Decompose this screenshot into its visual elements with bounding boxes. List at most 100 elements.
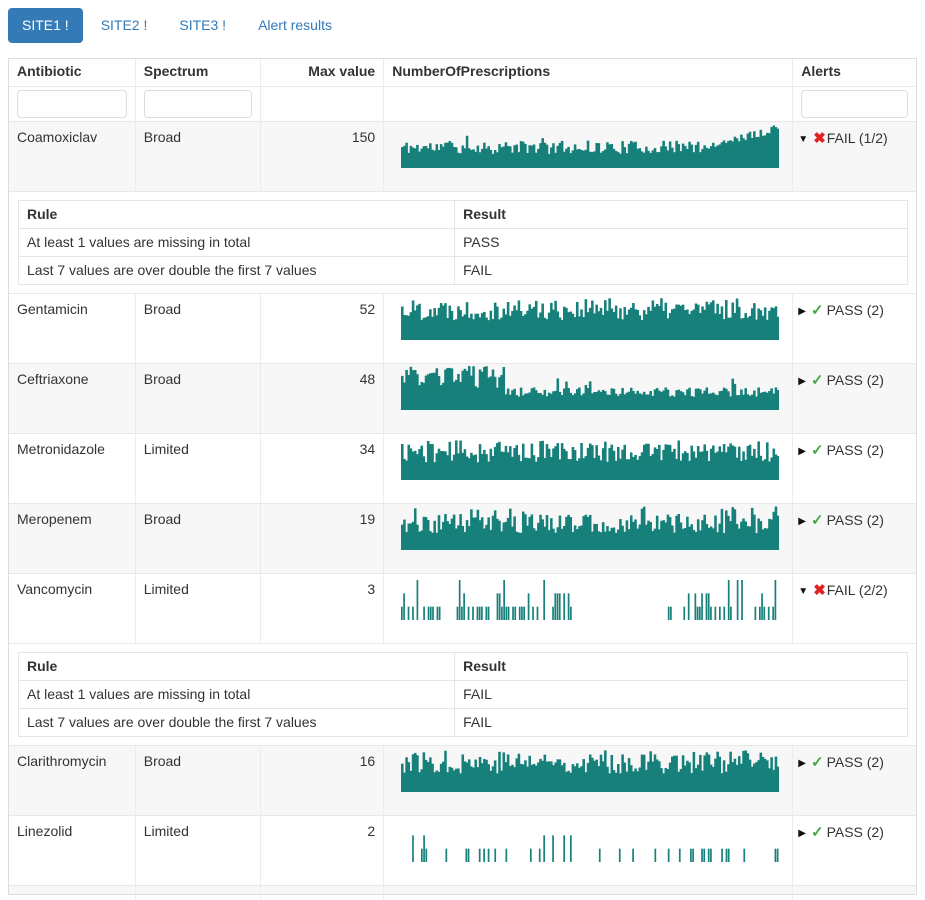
cell-max-value: 48 (260, 364, 383, 433)
rule-text: Last 7 values are over double the first … (19, 709, 454, 736)
fail-x-icon: ✖ (813, 582, 826, 599)
cell-alerts: ▶✓PASS (2) (792, 364, 916, 433)
filter-row (9, 86, 916, 121)
pass-check-icon: ✓ (811, 754, 824, 771)
cell-max-value: 3 (260, 574, 383, 643)
cell-prescriptions (383, 364, 792, 433)
cell-spectrum: Limited (135, 816, 261, 885)
subtable-result-header: Result (454, 653, 907, 680)
cell-prescriptions (383, 574, 792, 643)
cell-antibiotic (9, 886, 135, 900)
prescriptions-sparkline (401, 366, 779, 410)
rule-result: FAIL (454, 257, 907, 284)
alert-status-label: PASS (2) (827, 824, 884, 840)
pass-check-icon: ✓ (811, 442, 824, 459)
table-row: ClarithromycinBroad16▶✓PASS (2) (9, 745, 916, 815)
alert-status-label: PASS (2) (827, 512, 884, 528)
cell-antibiotic: Clarithromycin (9, 746, 135, 815)
cell-alerts: ▼ ✖FAIL (1/2) (792, 122, 916, 191)
collapse-row-button[interactable]: ▼ (798, 586, 808, 597)
prescriptions-sparkline (401, 576, 779, 620)
row-detail-panel: RuleResultAt least 1 values are missing … (9, 643, 916, 745)
cell-alerts: ▶ ✓PASS (2) (792, 746, 916, 815)
subtable-header-row: RuleResult (19, 653, 907, 680)
cell-max-value (260, 886, 383, 900)
prescriptions-sparkline (401, 506, 779, 550)
pass-check-icon: ✓ (811, 302, 824, 319)
prescriptions-sparkline (401, 124, 779, 168)
rules-subtable: RuleResultAt least 1 values are missing … (18, 200, 908, 285)
tab-4[interactable]: Alert results (244, 8, 346, 43)
row-detail-panel: RuleResultAt least 1 values are missing … (9, 191, 916, 293)
column-header-prescriptions[interactable]: NumberOfPrescriptions (383, 59, 792, 86)
cell-prescriptions (383, 816, 792, 885)
rule-row: At least 1 values are missing in totalFA… (19, 680, 907, 708)
table-row: LinezolidLimited2▶✓PASS (2) (9, 815, 916, 885)
cell-max-value: 52 (260, 294, 383, 363)
column-header-alerts[interactable]: Alerts (792, 59, 916, 86)
column-header-antibiotic[interactable]: Antibiotic (9, 59, 135, 86)
column-header-spectrum[interactable]: Spectrum (135, 59, 261, 86)
pass-check-icon: ✓ (811, 512, 824, 529)
rule-row: At least 1 values are missing in totalPA… (19, 228, 907, 256)
tab-1-active[interactable]: SITE1 ! (8, 8, 83, 43)
alert-status-label: FAIL (1/2) (827, 130, 888, 146)
fail-x-icon: ✖ (813, 130, 826, 147)
alert-status-label: FAIL (2/2) (827, 582, 888, 598)
cell-prescriptions (383, 504, 792, 573)
rule-result: FAIL (454, 681, 907, 708)
cell-spectrum (135, 886, 261, 900)
column-header-max-value[interactable]: Max value (260, 59, 383, 86)
cell-spectrum: Broad (135, 364, 261, 433)
rule-row: Last 7 values are over double the first … (19, 708, 907, 736)
collapse-row-button[interactable]: ▼ (798, 134, 808, 145)
prescriptions-sparkline (401, 436, 779, 480)
pass-check-icon: ✓ (811, 824, 824, 841)
rule-result: FAIL (454, 709, 907, 736)
rule-text: At least 1 values are missing in total (19, 681, 454, 708)
expand-row-button[interactable]: ▶ (798, 516, 806, 527)
antibiotic-filter-input[interactable] (17, 90, 127, 118)
cell-spectrum: Limited (135, 434, 261, 503)
cell-spectrum: Broad (135, 504, 261, 573)
cell-max-value: 34 (260, 434, 383, 503)
cell-alerts: ▶ ✓PASS (2) (792, 504, 916, 573)
cell-alerts: ▼ ✖FAIL (2/2) (792, 574, 916, 643)
alerts-filter-input[interactable] (801, 90, 908, 118)
table-row: CoamoxiclavBroad150▼✖FAIL (1/2) (9, 121, 916, 191)
antibiotic-filter-cell (9, 87, 135, 121)
rules-subtable: RuleResultAt least 1 values are missing … (18, 652, 908, 737)
cell-prescriptions (383, 294, 792, 363)
subtable-rule-header: Rule (19, 201, 454, 228)
antibiotics-table: Antibiotic Spectrum Max value NumberOfPr… (8, 58, 917, 895)
cell-prescriptions (383, 122, 792, 191)
subtable-header-row: RuleResult (19, 201, 907, 228)
tab-3[interactable]: SITE3 ! (165, 8, 240, 43)
prescriptions-sparkline (401, 748, 779, 792)
cell-antibiotic: Vancomycin (9, 574, 135, 643)
cell-spectrum: Broad (135, 122, 261, 191)
table-row: CeftriaxoneBroad48 ▶✓PASS (2) (9, 363, 916, 433)
cell-antibiotic: Meropenem (9, 504, 135, 573)
spectrum-filter-cell (135, 87, 261, 121)
expand-row-button[interactable]: ▶ (798, 758, 806, 769)
rule-text: Last 7 values are over double the first … (19, 257, 454, 284)
table-row-partial (9, 885, 916, 894)
cell-max-value: 16 (260, 746, 383, 815)
expand-row-button[interactable]: ▶ (798, 376, 806, 387)
table-row: MetronidazoleLimited34▶✓PASS (2) (9, 433, 916, 503)
table-row: VancomycinLimited3▼✖FAIL (2/2) (9, 573, 916, 643)
tab-2[interactable]: SITE2 ! (87, 8, 162, 43)
prescriptions-sparkline (401, 818, 779, 862)
expand-row-button[interactable]: ▶ (798, 446, 806, 457)
table-row: MeropenemBroad19▶✓PASS (2) (9, 503, 916, 573)
cell-antibiotic: Ceftriaxone (9, 364, 135, 433)
alert-status-label: PASS (2) (827, 754, 884, 770)
alert-status-label: PASS (2) (827, 372, 884, 388)
cell-alerts (792, 886, 916, 900)
expand-row-button[interactable]: ▶ (798, 828, 806, 839)
spectrum-filter-input[interactable] (144, 90, 253, 118)
expand-row-button[interactable]: ▶ (798, 306, 806, 317)
cell-alerts: ▶✓PASS (2) (792, 294, 916, 363)
cell-antibiotic: Metronidazole (9, 434, 135, 503)
